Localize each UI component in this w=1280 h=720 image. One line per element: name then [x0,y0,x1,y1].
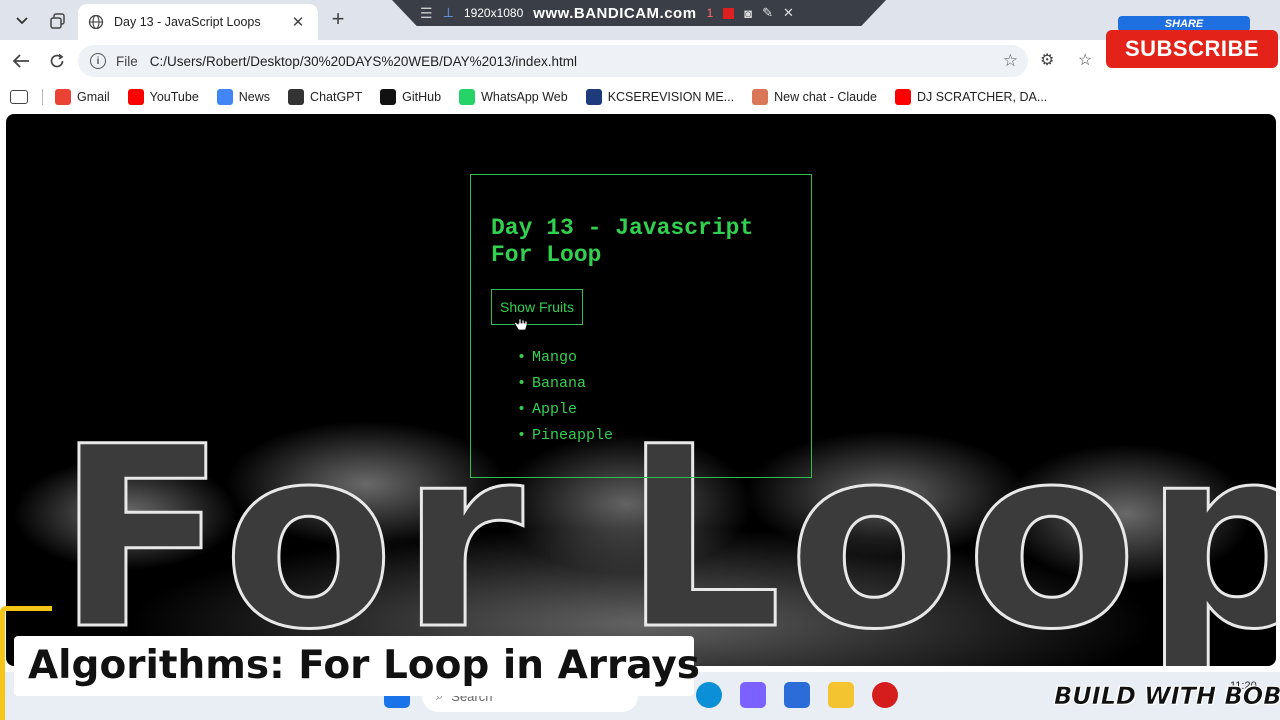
list-item: Mango [517,345,791,371]
tab-list-button[interactable] [8,7,36,35]
video-caption: Algorithms: For Loop in Arrays [14,636,700,696]
bookmarks-bar: Gmail YouTube News ChatGPT GitHub WhatsApp We… [0,82,1280,112]
new-tab-button[interactable]: + [326,8,350,32]
bookmark-label: News [238,90,271,104]
store-icon[interactable] [784,682,810,708]
pin-icon[interactable]: ⊥ [443,5,454,21]
subscribe-badge: SUBSCRIBE [1106,30,1278,68]
url-scheme: File [116,53,138,69]
tab-title: Day 13 - JavaScript Loops [114,15,261,29]
claude-icon [752,89,769,105]
back-arrow-icon [12,54,29,68]
browser-toolbar: i File C:/Users/Robert/Desktop/30%20DAYS… [0,40,1280,82]
bookmark-item[interactable]: YouTube [127,89,199,105]
kcserevision-icon [585,89,602,105]
whatsapp-icon [459,89,476,105]
bookmark-label: KCSEREVISION ME... [607,90,735,104]
tab-groups-icon [50,13,65,29]
bookmark-label: GitHub [402,90,442,104]
menu-icon[interactable]: ☰ [420,5,433,22]
list-item: Apple [517,397,791,423]
bookmark-item[interactable]: Gmail [55,89,110,105]
bandicam-taskbar-icon[interactable] [872,682,898,708]
page-title: Day 13 - Javascript For Loop [491,215,754,268]
recording-time: 1 [706,6,714,20]
active-tab[interactable]: Day 13 - JavaScript Loops ✕ [78,4,318,40]
favorites-icon[interactable]: ☆ [1078,50,1092,70]
bookmark-label: Gmail [77,90,110,104]
reload-button[interactable] [44,48,70,74]
bookmark-item[interactable]: KCSEREVISION ME... [585,89,735,105]
chevron-down-icon [16,17,28,25]
channel-watermark: BUILD WITH BOB [1054,682,1280,711]
pencil-icon[interactable]: ✎ [762,5,773,21]
bookmark-item[interactable]: WhatsApp Web [459,89,568,105]
bookmark-item[interactable]: DJ SCRATCHER, DA... [894,89,1048,105]
file-explorer-icon[interactable] [828,682,854,708]
show-fruits-button[interactable]: Show Fruits [491,289,583,325]
info-icon[interactable]: i [90,53,106,69]
reload-icon [50,53,64,68]
bookmark-item[interactable]: New chat - Claude [752,89,877,105]
close-icon[interactable]: ✕ [783,5,794,21]
screen: Day 13 - JavaScript Loops ✕ + ☰ ⊥ 1920x1… [0,0,1280,720]
bookmarks-divider [42,89,43,105]
github-icon [380,89,397,105]
hand-cursor-icon [514,313,528,331]
youtube-icon [127,89,144,105]
recording-resolution: 1920x1080 [463,6,524,20]
bookmark-label: New chat - Claude [774,90,877,104]
m365-icon[interactable] [740,682,766,708]
tab-groups-button[interactable] [44,7,72,35]
bookmark-item[interactable]: News [216,89,271,105]
url-text[interactable]: C:/Users/Robert/Desktop/30%20DAYS%20WEB/… [150,54,577,69]
extensions-icon[interactable]: ⚙ [1040,50,1054,70]
close-tab-icon[interactable]: ✕ [288,13,308,31]
back-button[interactable] [8,48,34,74]
page-viewport: For Loop Day 13 - Javascript For Loop Sh… [6,114,1276,666]
bookmark-label: WhatsApp Web [481,90,568,104]
youtube-icon [894,89,911,105]
address-bar[interactable]: i File C:/Users/Robert/Desktop/30%20DAYS… [78,45,1028,77]
bookmark-label: DJ SCRATCHER, DA... [916,90,1048,104]
list-item: Pineapple [517,423,791,449]
stop-record-icon[interactable] [723,7,735,19]
bookmark-star-icon[interactable]: ☆ [1003,51,1018,71]
camera-icon[interactable]: ◙ [744,6,752,21]
news-icon [216,89,233,105]
list-item: Banana [517,371,791,397]
gmail-icon [55,89,71,105]
fruit-list: Mango Banana Apple Pineapple [491,345,791,449]
globe-icon [88,14,104,30]
chatgpt-icon [288,89,305,105]
bookmark-label: ChatGPT [310,90,363,104]
bookmark-item[interactable]: GitHub [380,89,441,105]
apps-icon[interactable] [10,90,28,104]
bookmark-item[interactable]: ChatGPT [288,89,362,105]
bandicam-bar: ☰ ⊥ 1920x1080 www.BANDICAM.com 1 ◙ ✎ ✕ [392,0,886,26]
bandicam-logo: www.BANDICAM.com [533,4,697,22]
bookmark-label: YouTube [149,90,199,104]
